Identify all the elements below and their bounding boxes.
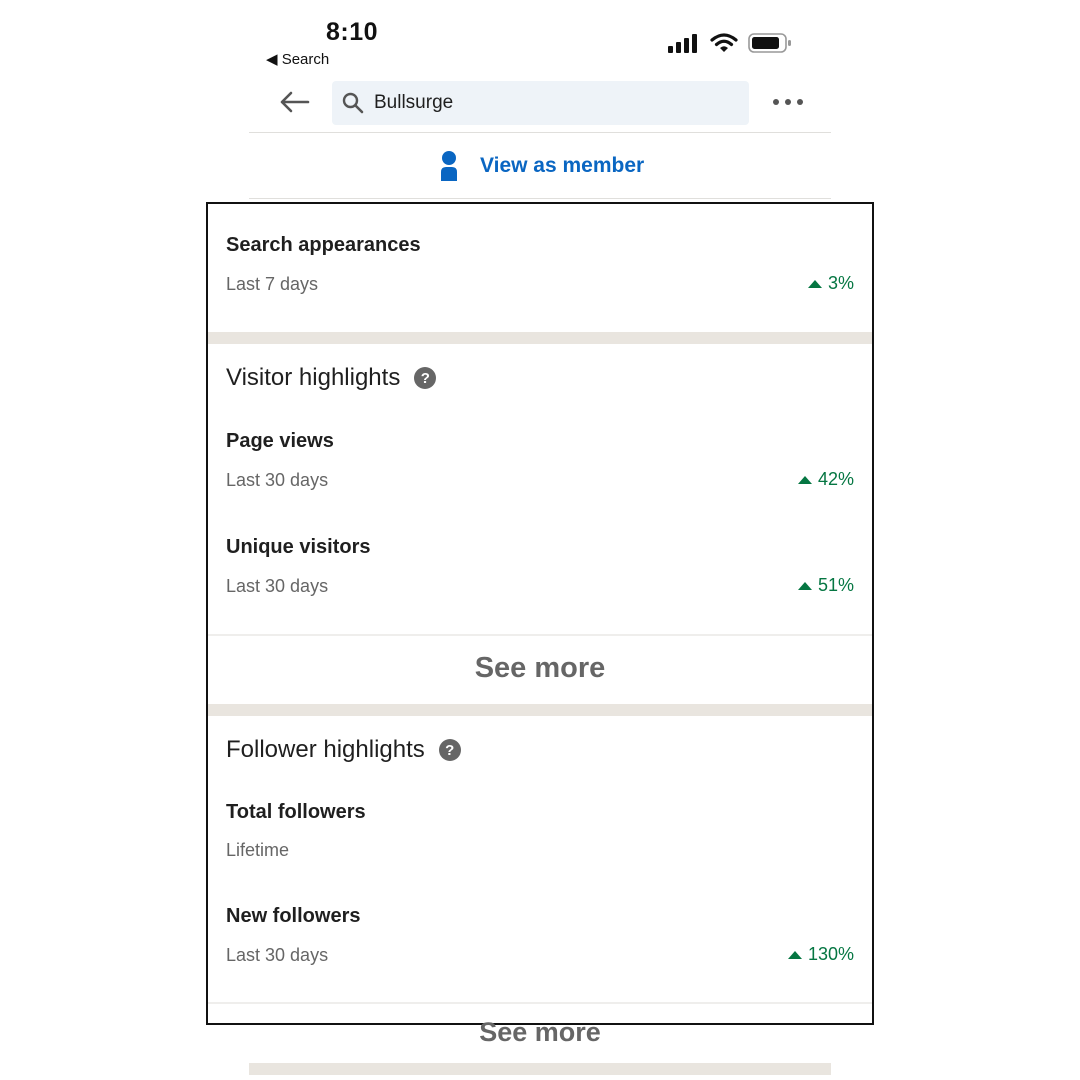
new-followers-metric[interactable]: New followers Last 30 days 130% [226, 890, 854, 980]
search-input[interactable]: Bullsurge [332, 81, 749, 125]
metric-change: 3% [807, 273, 854, 294]
trend-up-icon [807, 279, 822, 288]
back-arrow-icon [280, 91, 310, 113]
section-divider [249, 1063, 831, 1075]
more-options-button[interactable] [768, 90, 808, 114]
section-title: Follower highlights [226, 736, 425, 763]
back-to-app-link[interactable]: ◀ Search [266, 50, 329, 68]
metric-change: 51% [797, 575, 854, 596]
wifi-icon [710, 33, 738, 52]
see-more-divider [208, 634, 872, 636]
trend-up-icon [787, 950, 802, 959]
page-views-metric[interactable]: Page views Last 30 days 42% [226, 414, 854, 504]
cellular-signal-icon [668, 34, 697, 53]
view-as-member-label: View as member [480, 154, 645, 177]
battery-icon [748, 33, 791, 53]
metric-title: New followers [226, 905, 361, 927]
section-divider [208, 332, 872, 344]
follower-see-more-button[interactable]: See more [249, 1017, 831, 1048]
more-dots-icon [773, 99, 803, 105]
total-followers-metric[interactable]: Total followers Lifetime [226, 786, 854, 866]
metric-change-value: 130% [807, 944, 854, 964]
metric-change: 130% [787, 944, 854, 965]
visitor-see-more-button[interactable]: See more [208, 652, 872, 685]
help-question-icon[interactable]: ? [414, 367, 437, 389]
trend-up-icon [797, 581, 812, 590]
trend-up-icon [797, 475, 812, 484]
help-question-icon[interactable]: ? [438, 739, 461, 761]
view-member-divider [249, 198, 831, 199]
search-appearances-metric[interactable]: Search appearances Last 7 days 3% [226, 204, 854, 334]
metric-period: Lifetime [226, 840, 290, 860]
metric-change-value: 3% [827, 273, 854, 293]
member-person-icon [441, 151, 457, 181]
metric-title: Unique visitors [226, 536, 371, 558]
metric-change: 42% [797, 469, 854, 490]
status-time: 8:10 [326, 18, 379, 46]
search-input-value: Bullsurge [374, 92, 454, 113]
search-icon [342, 92, 364, 114]
metric-period: Last 30 days [226, 945, 329, 965]
view-as-member-button[interactable]: View as member [440, 148, 644, 184]
back-arrow-button[interactable] [274, 84, 314, 120]
metric-period: Last 7 days [226, 274, 319, 294]
metric-change-value: 42% [817, 469, 854, 489]
see-more-divider [208, 1002, 872, 1004]
metric-period: Last 30 days [226, 470, 329, 490]
section-divider [208, 704, 872, 716]
analytics-highlight-panel: Search appearances Last 7 days 3% Visito… [206, 202, 874, 1025]
metric-title: Total followers [226, 801, 366, 823]
metric-title: Page views [226, 430, 334, 452]
section-title: Visitor highlights [226, 364, 401, 391]
header-divider [249, 132, 831, 133]
follower-highlights-header: Follower highlights ? [226, 736, 461, 764]
unique-visitors-metric[interactable]: Unique visitors Last 30 days 51% [226, 520, 854, 610]
visitor-highlights-header: Visitor highlights ? [226, 364, 437, 392]
metric-period: Last 30 days [226, 576, 329, 596]
status-icons [668, 30, 792, 56]
metric-change-value: 51% [817, 575, 854, 595]
metric-title: Search appearances [226, 234, 421, 256]
